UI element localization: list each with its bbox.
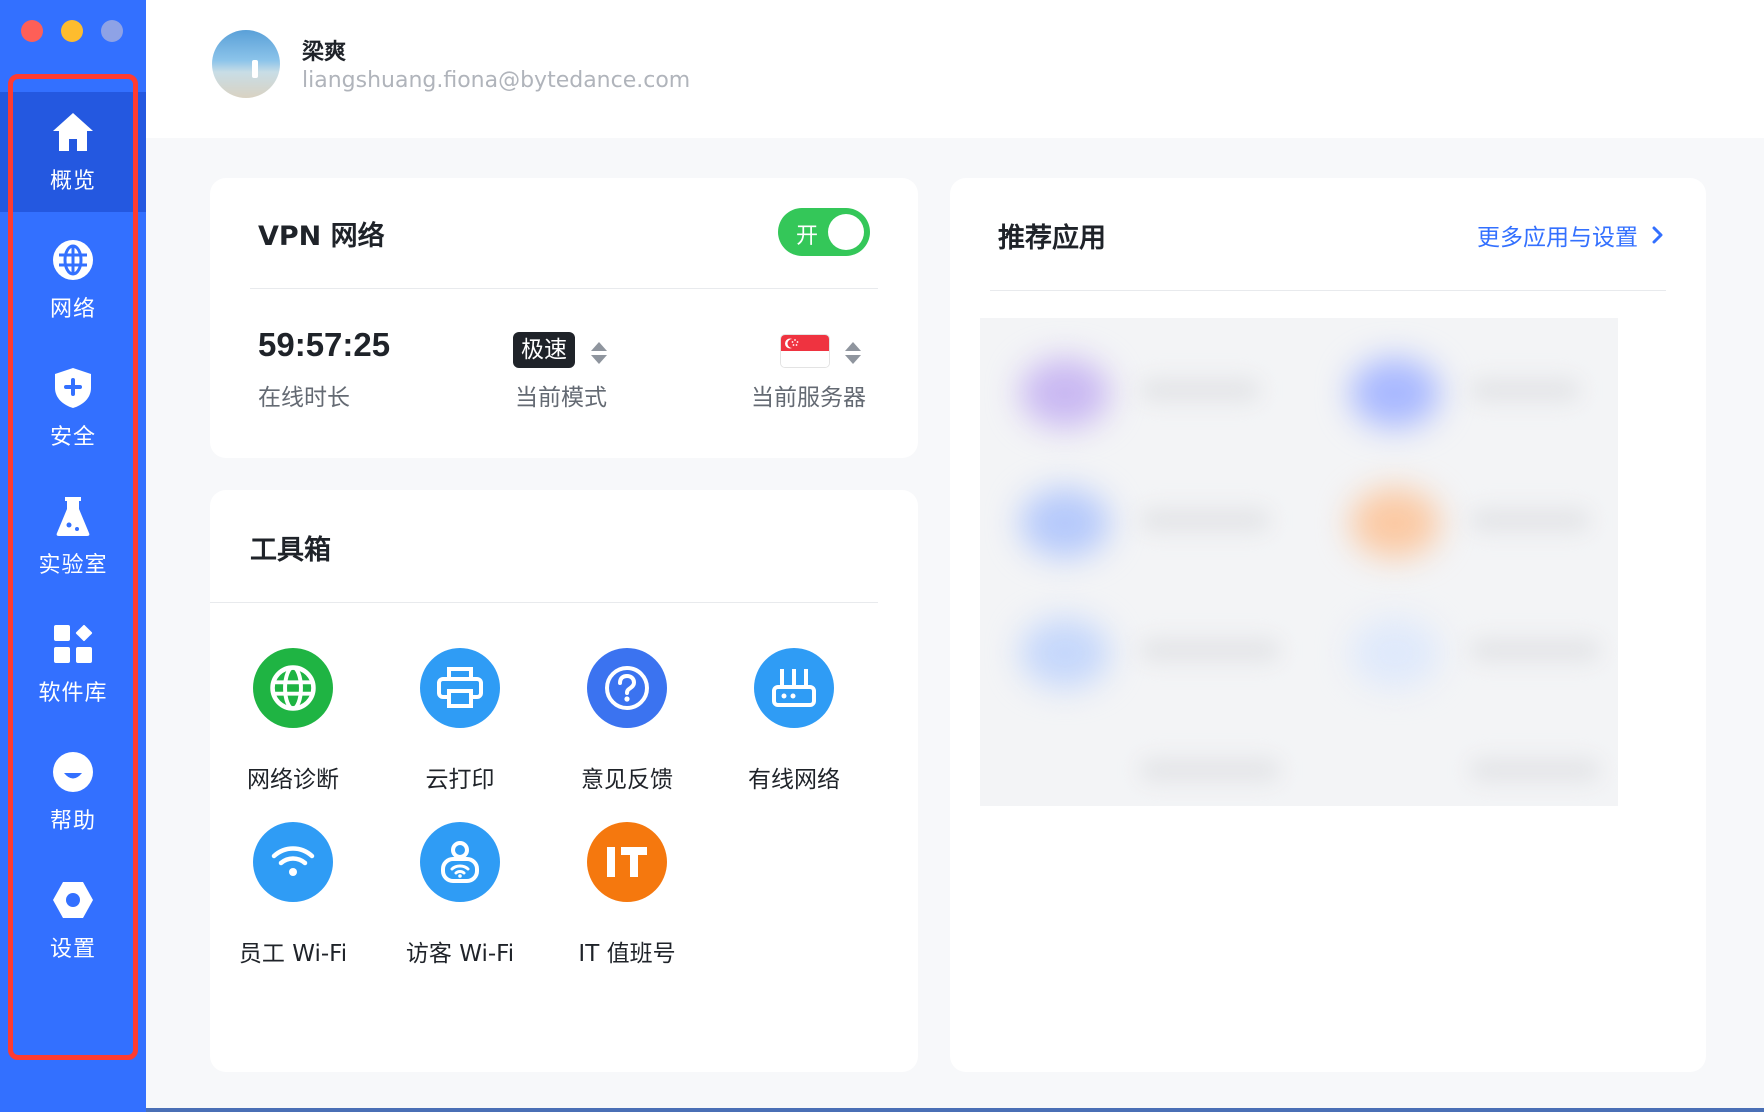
sidebar-item-label: 软件库 bbox=[38, 681, 108, 706]
vpn-toggle[interactable]: 开 bbox=[778, 208, 870, 256]
toolbox-divider bbox=[210, 602, 878, 603]
tool-employee-wifi[interactable]: 员工 Wi-Fi bbox=[218, 822, 368, 968]
sidebar-item-label: 实验室 bbox=[38, 553, 108, 578]
help-icon bbox=[50, 749, 96, 795]
mode-label: 当前模式 bbox=[515, 385, 607, 411]
vpn-card: VPN 网络 开 59:57:25 在线时长 极速 当前模式 当前服务器 bbox=[210, 178, 918, 458]
online-time-label: 在线时长 bbox=[258, 385, 350, 411]
more-apps-link[interactable]: 更多应用与设置 bbox=[1477, 218, 1664, 252]
chevron-right-icon bbox=[1652, 226, 1664, 244]
tool-label: 意见反馈 bbox=[581, 767, 673, 793]
home-icon bbox=[50, 109, 96, 155]
avatar[interactable] bbox=[212, 30, 280, 98]
more-apps-link-label: 更多应用与设置 bbox=[1477, 225, 1638, 251]
it-icon bbox=[587, 822, 667, 902]
user-email: liangshuang.fiona@bytedance.com bbox=[302, 68, 691, 93]
toolbox-title: 工具箱 bbox=[250, 535, 331, 566]
sidebar-item-overview[interactable]: 概览 bbox=[0, 92, 146, 212]
online-time-value: 59:57:25 bbox=[258, 326, 391, 363]
vpn-toggle-label: 开 bbox=[796, 224, 819, 249]
tool-cloud-print[interactable]: 云打印 bbox=[385, 648, 535, 794]
guest-wifi-icon bbox=[420, 822, 500, 902]
user-header: 梁爽 liangshuang.fiona@bytedance.com bbox=[146, 0, 1764, 138]
question-icon bbox=[587, 648, 667, 728]
toggle-knob bbox=[828, 214, 864, 250]
close-window-button[interactable] bbox=[21, 20, 43, 42]
tool-label: 网络诊断 bbox=[247, 767, 339, 793]
tool-label: 有线网络 bbox=[748, 767, 840, 793]
toolbox-card: 工具箱 网络诊断 云打印 意见反馈 有线网络 员工 Wi-Fi 访客 Wi-Fi… bbox=[210, 490, 918, 1072]
vpn-title: VPN 网络 bbox=[258, 221, 385, 252]
server-label: 当前服务器 bbox=[751, 385, 866, 411]
tool-guest-wifi[interactable]: 访客 Wi-Fi bbox=[385, 822, 535, 968]
tool-label: 员工 Wi-Fi bbox=[238, 941, 348, 967]
sidebar-item-label: 概览 bbox=[49, 169, 96, 194]
router-icon bbox=[754, 648, 834, 728]
tool-it-helpdesk[interactable]: IT 值班号 bbox=[552, 822, 702, 968]
sidebar-item-label: 网络 bbox=[49, 297, 96, 322]
tool-feedback[interactable]: 意见反馈 bbox=[552, 648, 702, 794]
sidebar-item-label: 安全 bbox=[49, 425, 96, 450]
sidebar-item-label: 设置 bbox=[49, 937, 96, 962]
globe-icon bbox=[50, 237, 96, 283]
recommended-divider bbox=[990, 290, 1666, 291]
sidebar-item-lab[interactable]: 实验室 bbox=[0, 476, 146, 596]
singapore-flag-icon[interactable] bbox=[780, 334, 830, 368]
tool-label: IT 值班号 bbox=[578, 941, 676, 967]
sidebar-item-help[interactable]: 帮助 bbox=[0, 732, 146, 852]
recommended-title: 推荐应用 bbox=[998, 223, 1106, 254]
sidebar-item-software[interactable]: 软件库 bbox=[0, 604, 146, 724]
sidebar: 概览 网络 安全 实验室 软件库 帮助 设置 bbox=[0, 0, 146, 1112]
maximize-window-button[interactable] bbox=[101, 20, 123, 42]
wifi-icon bbox=[253, 822, 333, 902]
sidebar-item-settings[interactable]: 设置 bbox=[0, 860, 146, 980]
apps-grid-icon bbox=[50, 621, 96, 667]
user-name: 梁爽 bbox=[302, 40, 347, 65]
tool-wired-network[interactable]: 有线网络 bbox=[719, 648, 869, 794]
recommended-apps-card: 推荐应用 更多应用与设置 bbox=[950, 178, 1706, 1072]
recommended-apps-blurred-content bbox=[980, 318, 1618, 806]
printer-icon bbox=[420, 648, 500, 728]
server-switch-arrows-icon[interactable] bbox=[844, 340, 862, 366]
tool-network-diagnosis[interactable]: 网络诊断 bbox=[218, 648, 368, 794]
app-window: 概览 网络 安全 实验室 软件库 帮助 设置 梁爽 liangshuang.fi… bbox=[0, 0, 1764, 1112]
sidebar-item-label: 帮助 bbox=[49, 809, 96, 834]
mode-badge[interactable]: 极速 bbox=[513, 332, 575, 368]
gear-icon bbox=[50, 877, 96, 923]
flask-icon bbox=[50, 493, 96, 539]
vpn-divider bbox=[250, 288, 878, 289]
minimize-window-button[interactable] bbox=[61, 20, 83, 42]
shield-icon bbox=[50, 365, 96, 411]
sidebar-item-network[interactable]: 网络 bbox=[0, 220, 146, 340]
sidebar-item-security[interactable]: 安全 bbox=[0, 348, 146, 468]
tool-label: 访客 Wi-Fi bbox=[405, 941, 515, 967]
globe-icon bbox=[253, 648, 333, 728]
tool-label: 云打印 bbox=[425, 767, 495, 793]
mode-switch-arrows-icon[interactable] bbox=[590, 340, 608, 366]
